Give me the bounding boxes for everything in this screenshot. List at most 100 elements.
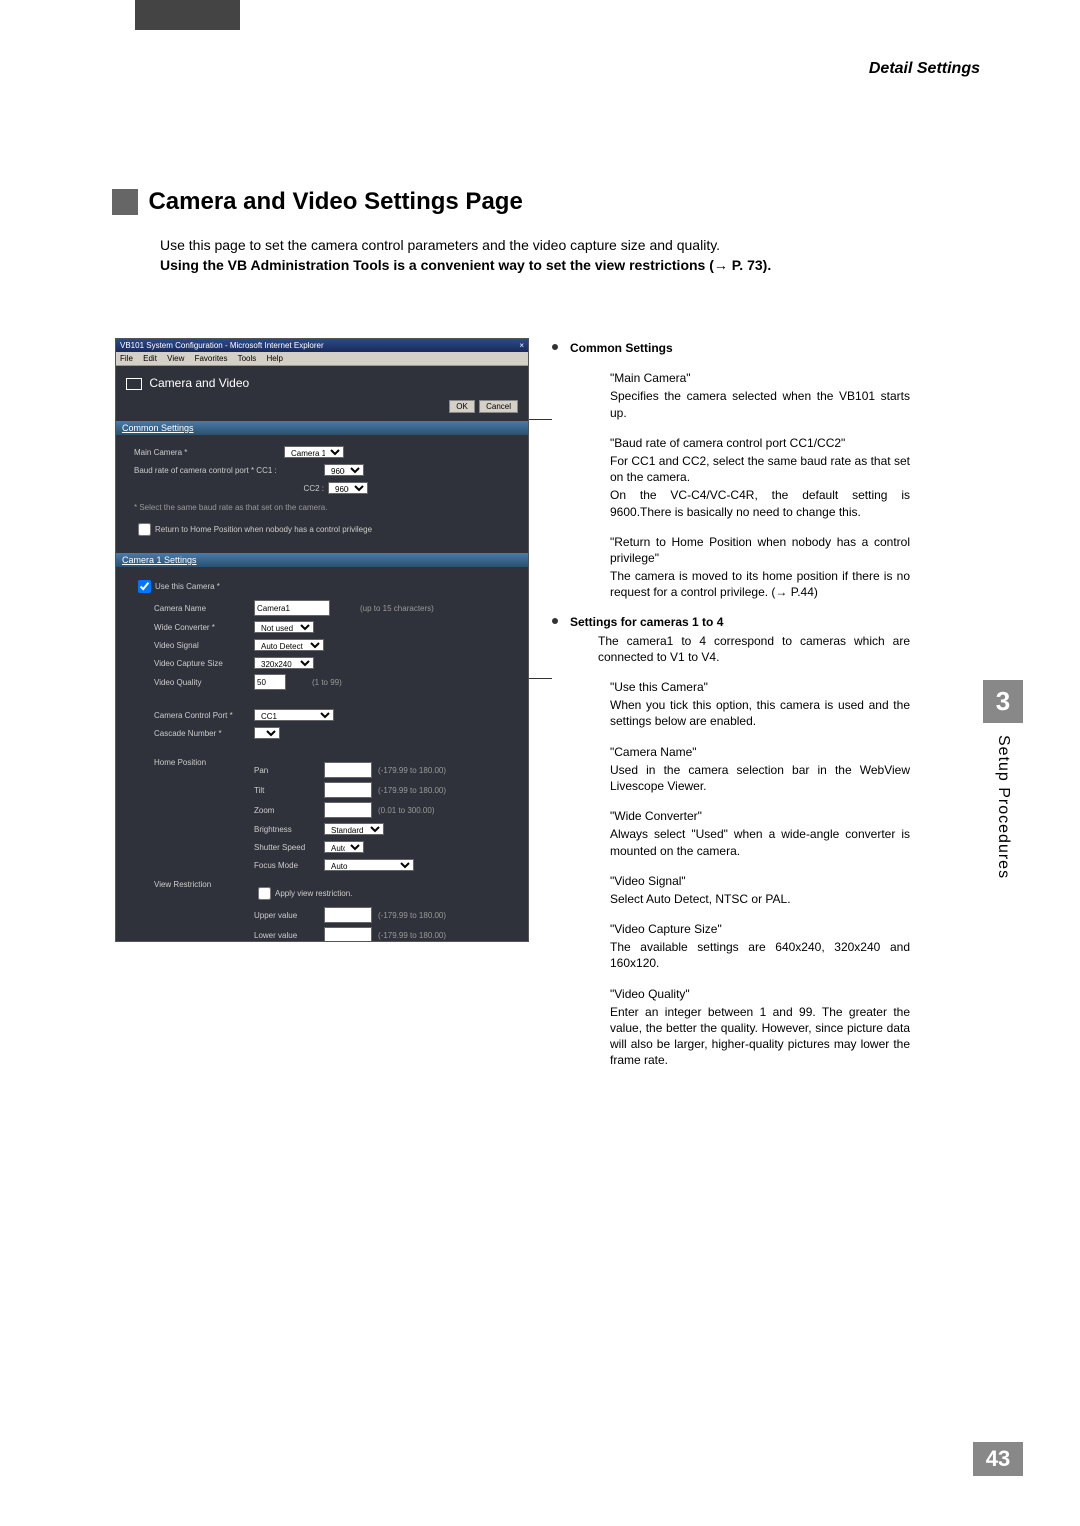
capture-size-select[interactable]: 320x240 [254,657,314,669]
focus-select[interactable]: Auto [324,859,414,871]
capture-size-desc: The available settings are 640x240, 320x… [610,939,910,971]
browser-window: VB101 System Configuration - Microsoft I… [115,338,529,942]
upper-hint: (-179.99 to 180.00) [378,911,446,920]
cascade-number-select[interactable]: 1 [254,727,280,739]
view-restriction-label: View Restriction [154,880,254,889]
video-signal-select[interactable]: Auto Detect [254,639,324,651]
menu-help[interactable]: Help [267,354,283,363]
cc2-label: CC2 : [134,484,328,493]
cameras-1-4-head: Settings for cameras 1 to 4 [570,614,910,630]
page-number: 43 [973,1442,1023,1476]
bullet-icon [552,344,558,350]
baud-rate-label: Baud rate of camera control port * CC1 : [134,466,324,475]
apply-vr-label: Apply view restriction. [275,889,352,898]
config-heading: Camera and Video [149,376,249,390]
menu-view[interactable]: View [167,354,184,363]
window-titlebar: VB101 System Configuration - Microsoft I… [116,339,528,352]
lower-input[interactable] [324,927,372,942]
main-camera-desc: Specifies the camera selected when the V… [610,388,910,420]
title-square-icon [112,189,138,215]
home-position-label: Home Position [154,758,254,767]
upper-label: Upper value [254,911,324,920]
baud-cc2-select[interactable]: 9600 [328,482,368,494]
intro-line2: Using the VB Administration Tools is a c… [160,255,890,275]
use-camera-title: "Use this Camera" [610,679,910,695]
apply-vr-checkbox[interactable] [258,887,271,900]
pan-label: Pan [254,766,324,775]
menu-edit[interactable]: Edit [143,354,157,363]
page-header-band [135,0,240,30]
tilt-label: Tilt [254,786,324,795]
cancel-button[interactable]: Cancel [479,400,518,413]
lower-label: Lower value [254,931,324,940]
baud-note: * Select the same baud rate as that set … [116,501,528,516]
return-home-title: "Return to Home Position when nobody has… [610,534,910,566]
baud-rate-title: "Baud rate of camera control port CC1/CC… [610,435,910,451]
page-title-bar: Camera and Video Settings Page [112,188,892,216]
wide-converter-select[interactable]: Not used [254,621,314,633]
cameras-intro: The camera1 to 4 correspond to cameras w… [598,633,910,665]
cascade-number-label: Cascade Number * [154,729,254,738]
menu-tools[interactable]: Tools [238,354,257,363]
brightness-label: Brightness [254,825,324,834]
lower-hint: (-179.99 to 180.00) [378,931,446,940]
video-quality-hint: (1 to 99) [312,678,342,687]
upper-input[interactable] [324,907,372,923]
common-content: Main Camera * Camera 1 Baud rate of came… [116,435,528,501]
window-close-icon[interactable]: × [519,341,524,350]
control-port-label: Camera Control Port * [154,711,254,720]
window-menubar: File Edit View Favorites Tools Help [116,352,528,366]
tilt-input[interactable] [324,782,372,798]
use-camera1-checkbox[interactable] [138,580,151,593]
use-camera1-label: Use this Camera * [155,582,220,591]
ok-cancel-row: OK Cancel [116,400,528,413]
main-camera-select[interactable]: Camera 1 [284,446,344,458]
return-home-desc: The camera is moved to its home position… [610,568,910,600]
video-quality-input[interactable] [254,674,286,690]
chapter-tab: 3 Setup Procedures [983,680,1023,879]
baud-cc1-select[interactable]: 9600 [324,464,364,476]
page-title: Camera and Video Settings Page [148,188,522,215]
video-quality-desc: Enter an integer between 1 and 99. The g… [610,1004,910,1069]
baud-rate-desc2: On the VC-C4/VC-C4R, the default setting… [610,487,910,519]
zoom-input[interactable] [324,802,372,818]
brightness-select[interactable]: Standard [324,823,384,835]
shutter-select[interactable]: Auto [324,841,364,853]
camera-name-title: "Camera Name" [610,744,910,760]
ok-button[interactable]: OK [449,400,475,413]
chapter-label: Setup Procedures [994,735,1012,879]
video-signal-desc: Select Auto Detect, NTSC or PAL. [610,891,910,907]
baud-rate-desc1: For CC1 and CC2, select the same baud ra… [610,453,910,485]
wide-converter-label: Wide Converter * [154,623,254,632]
video-quality-title: "Video Quality" [610,986,910,1002]
camera-name-hint: (up to 15 characters) [360,604,434,613]
main-camera-title: "Main Camera" [610,370,910,386]
wide-converter-desc: Always select "Used" when a wide-angle c… [610,826,910,858]
zoom-label: Zoom [254,806,324,815]
section-common-settings: Common Settings [116,421,528,435]
menu-file[interactable]: File [120,354,133,363]
config-heading-row: Camera and Video [116,366,528,394]
return-home-checkbox[interactable] [138,523,151,536]
camera1-content: Use this Camera * Camera Name (up to 15 … [116,567,528,942]
video-signal-label: Video Signal [154,641,254,650]
capture-size-title: "Video Capture Size" [610,921,910,937]
shutter-label: Shutter Speed [254,843,324,852]
tilt-hint: (-179.99 to 180.00) [378,786,446,795]
video-quality-label: Video Quality [154,678,254,687]
control-port-select[interactable]: CC1 [254,709,334,721]
camera-name-input[interactable] [254,600,330,616]
pan-hint: (-179.99 to 180.00) [378,766,446,775]
menu-favorites[interactable]: Favorites [195,354,228,363]
camera-name-desc: Used in the camera selection bar in the … [610,762,910,794]
descriptions-column: Common Settings "Main Camera" Specifies … [570,338,910,1071]
config-body: Camera and Video OK Cancel Common Settin… [116,366,528,942]
wide-converter-title: "Wide Converter" [610,808,910,824]
pan-input[interactable] [324,762,372,778]
use-camera-desc: When you tick this option, this camera i… [610,697,910,729]
header-right-title: Detail Settings [869,60,980,78]
camera-video-icon [126,378,142,390]
intro-text: Use this page to set the camera control … [160,235,890,276]
focus-label: Focus Mode [254,861,324,870]
section-camera1-settings: Camera 1 Settings [116,553,528,567]
